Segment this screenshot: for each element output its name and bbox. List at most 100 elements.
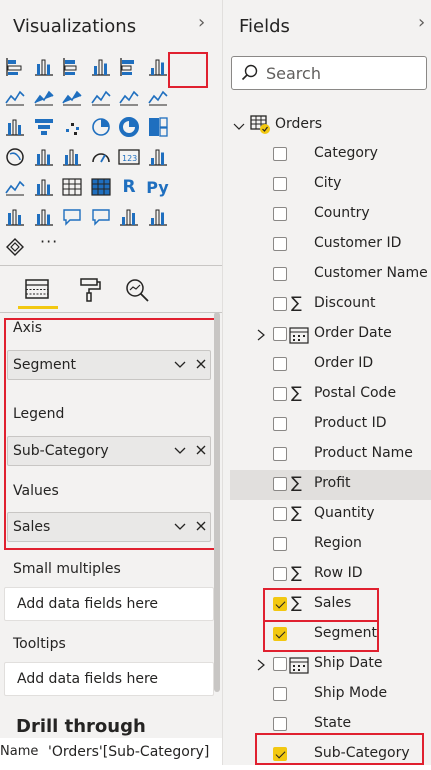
field-row[interactable]: ∑ Quantity bbox=[230, 500, 431, 530]
tooltips-placeholder: Add data fields here bbox=[17, 671, 159, 687]
drill-row-prefix: Name bbox=[0, 744, 39, 759]
field-row[interactable]: Product Name bbox=[230, 440, 431, 470]
field-row[interactable]: ∑ Discount bbox=[230, 290, 431, 320]
fields-tab-icon[interactable] bbox=[24, 277, 50, 305]
treemap-icon[interactable] bbox=[145, 114, 171, 140]
stacked-column-icon[interactable] bbox=[31, 54, 57, 80]
python-visual-icon[interactable]: Py bbox=[145, 174, 171, 200]
line-chart-icon[interactable] bbox=[2, 84, 28, 110]
field-checkbox[interactable] bbox=[273, 417, 287, 431]
sum-sigma-icon: ∑ bbox=[291, 473, 302, 492]
field-label: Ship Date bbox=[314, 655, 383, 671]
multi-row-card-icon[interactable] bbox=[145, 144, 171, 170]
field-row[interactable]: ∑ Postal Code bbox=[230, 380, 431, 410]
chevron-right-icon[interactable] bbox=[256, 327, 266, 346]
active-tab-underline bbox=[18, 306, 58, 309]
field-row[interactable]: Order Date bbox=[230, 320, 431, 350]
field-checkbox[interactable] bbox=[273, 447, 287, 461]
qa-icon[interactable] bbox=[59, 204, 85, 230]
r-visual-icon[interactable]: R bbox=[116, 174, 142, 200]
orders-table-node[interactable]: Orders bbox=[230, 110, 431, 140]
funnel-icon[interactable] bbox=[31, 114, 57, 140]
field-label: Customer Name bbox=[314, 265, 428, 281]
matrix-icon[interactable] bbox=[88, 174, 114, 200]
area-chart-icon[interactable] bbox=[31, 84, 57, 110]
clustered-bar-icon[interactable] bbox=[59, 54, 85, 80]
filled-map-icon[interactable] bbox=[31, 144, 57, 170]
field-label: Order ID bbox=[314, 355, 374, 371]
small-multiples-drop-zone[interactable]: Add data fields here bbox=[4, 587, 214, 621]
100-stacked-bar-icon[interactable] bbox=[116, 54, 142, 80]
field-checkbox[interactable] bbox=[273, 327, 287, 341]
field-checkbox[interactable] bbox=[273, 207, 287, 221]
field-row[interactable]: Product ID bbox=[230, 410, 431, 440]
more-visuals-button[interactable]: ··· bbox=[40, 232, 58, 251]
tooltips-drop-zone[interactable]: Add data fields here bbox=[4, 662, 214, 696]
field-row[interactable]: Region bbox=[230, 530, 431, 560]
map-icon[interactable] bbox=[2, 144, 28, 170]
chevron-right-icon[interactable] bbox=[256, 657, 266, 676]
key-influencers-icon[interactable] bbox=[2, 204, 28, 230]
ribbon-chart-icon[interactable] bbox=[145, 84, 171, 110]
analytics-magnifier-icon[interactable] bbox=[124, 277, 150, 307]
clustered-column-icon[interactable] bbox=[88, 54, 114, 80]
field-row[interactable]: ∑ Profit bbox=[230, 470, 431, 500]
drill-through-field-row[interactable]: Name 'Orders'[Sub-Category] bbox=[0, 738, 222, 765]
field-row[interactable]: Category bbox=[230, 140, 431, 170]
field-label: Order Date bbox=[314, 325, 392, 341]
waterfall-icon[interactable] bbox=[2, 114, 28, 140]
field-checkbox[interactable] bbox=[273, 657, 287, 671]
field-label: Row ID bbox=[314, 565, 363, 581]
calendar-hierarchy-icon bbox=[289, 326, 309, 348]
stacked-bar-icon[interactable] bbox=[2, 54, 28, 80]
field-checkbox[interactable] bbox=[273, 147, 287, 161]
shape-map-icon[interactable] bbox=[59, 144, 85, 170]
field-row[interactable]: City bbox=[230, 170, 431, 200]
field-checkbox[interactable] bbox=[273, 177, 287, 191]
field-checkbox[interactable] bbox=[273, 267, 287, 281]
kpi-icon[interactable] bbox=[2, 174, 28, 200]
field-row[interactable]: Ship Mode bbox=[230, 680, 431, 710]
sales-field-highlight bbox=[263, 588, 379, 622]
field-checkbox[interactable] bbox=[273, 687, 287, 701]
line-stacked-column-icon[interactable] bbox=[116, 84, 142, 110]
smart-narrative-icon[interactable] bbox=[88, 204, 114, 230]
pie-chart-icon[interactable] bbox=[88, 114, 114, 140]
field-checkbox[interactable] bbox=[273, 387, 287, 401]
wells-scrollbar[interactable] bbox=[214, 312, 220, 692]
power-apps-icon[interactable] bbox=[145, 204, 171, 230]
field-checkbox[interactable] bbox=[273, 297, 287, 311]
paginated-report-icon[interactable] bbox=[116, 204, 142, 230]
field-checkbox[interactable] bbox=[273, 567, 287, 581]
field-row[interactable]: Country bbox=[230, 200, 431, 230]
field-row[interactable]: Customer Name bbox=[230, 260, 431, 290]
field-row[interactable]: Ship Date bbox=[230, 650, 431, 680]
format-paint-roller-icon[interactable] bbox=[78, 277, 102, 307]
arcgis-icon[interactable] bbox=[2, 234, 28, 260]
collapse-fields-chevron-icon[interactable]: › bbox=[418, 12, 425, 33]
field-row[interactable]: Customer ID bbox=[230, 230, 431, 260]
field-checkbox[interactable] bbox=[273, 477, 287, 491]
gauge-icon[interactable] bbox=[88, 144, 114, 170]
search-input[interactable]: Search bbox=[231, 56, 427, 90]
field-checkbox[interactable] bbox=[273, 507, 287, 521]
scatter-icon[interactable] bbox=[59, 114, 85, 140]
table-icon[interactable] bbox=[59, 174, 85, 200]
field-row[interactable]: ∑ Row ID bbox=[230, 560, 431, 590]
field-checkbox[interactable] bbox=[273, 717, 287, 731]
collapse-visualizations-chevron-icon[interactable]: › bbox=[198, 12, 205, 33]
chevron-down-icon[interactable] bbox=[233, 117, 245, 136]
field-checkbox[interactable] bbox=[273, 357, 287, 371]
tabs-divider bbox=[0, 312, 222, 313]
field-row[interactable]: Order ID bbox=[230, 350, 431, 380]
field-checkbox[interactable] bbox=[273, 237, 287, 251]
decomposition-tree-icon[interactable] bbox=[31, 204, 57, 230]
field-checkbox[interactable] bbox=[273, 537, 287, 551]
slicer-icon[interactable] bbox=[31, 174, 57, 200]
card-icon[interactable]: 123 bbox=[116, 144, 142, 170]
stacked-area-icon[interactable] bbox=[59, 84, 85, 110]
line-clustered-column-icon[interactable] bbox=[88, 84, 114, 110]
field-label: Category bbox=[314, 145, 378, 161]
donut-chart-icon[interactable] bbox=[116, 114, 142, 140]
100-stacked-column-icon[interactable] bbox=[145, 54, 171, 80]
